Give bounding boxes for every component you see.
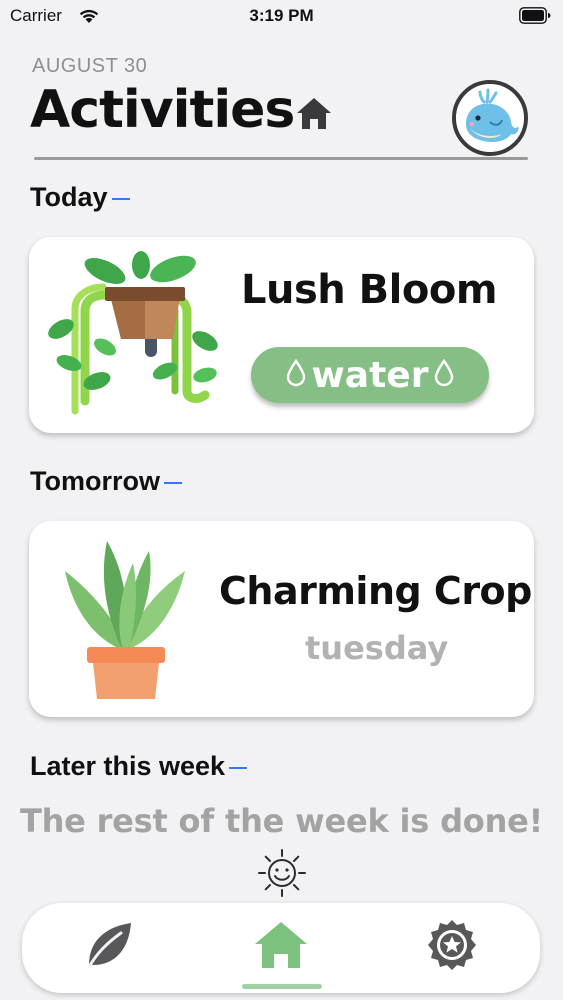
smiling-sun-icon [257,848,307,902]
status-bar: Carrier 3:19 PM [0,0,563,32]
hanging-plant-image [45,251,225,421]
section-heading-today: Today [30,182,130,213]
potted-plant-image [63,539,189,705]
plant-name: Charming Crop [219,569,532,613]
home-icon [295,96,333,134]
plant-card-today[interactable]: Lush Bloom water [29,237,534,433]
section-dash [229,766,248,769]
home-icon [253,920,309,974]
whale-avatar-icon [456,84,524,152]
plant-card-tomorrow[interactable]: Charming Crop tuesday [29,521,534,717]
tab-plants[interactable] [79,917,139,977]
empty-state-message: The rest of the week is done! [19,802,544,840]
star-badge-icon [425,918,479,976]
water-button-label: water [311,354,429,396]
header-divider [34,157,528,160]
leaf-icon [83,919,135,975]
clock: 3:19 PM [249,6,314,25]
tab-bar [22,903,540,993]
water-drop-icon [434,355,454,396]
section-heading-label: Today [30,182,108,212]
battery-icon [519,7,551,28]
section-dash [111,197,130,200]
section-heading-later: Later this week [30,751,248,782]
page-title: Activities [30,80,295,140]
section-heading-tomorrow: Tomorrow [30,466,182,497]
section-heading-label: Later this week [30,751,226,781]
tab-home[interactable] [251,917,311,977]
selected-tab-indicator [242,984,322,989]
section-dash [164,481,182,484]
section-heading-label: Tomorrow [30,466,160,496]
date-label: AUGUST 30 [32,55,148,77]
water-drop-icon [286,355,306,396]
plant-name: Lush Bloom [241,267,498,313]
avatar[interactable] [452,80,528,156]
water-button[interactable]: water [251,347,489,403]
scheduled-day: tuesday [305,629,449,667]
tab-achievements[interactable] [422,917,482,977]
